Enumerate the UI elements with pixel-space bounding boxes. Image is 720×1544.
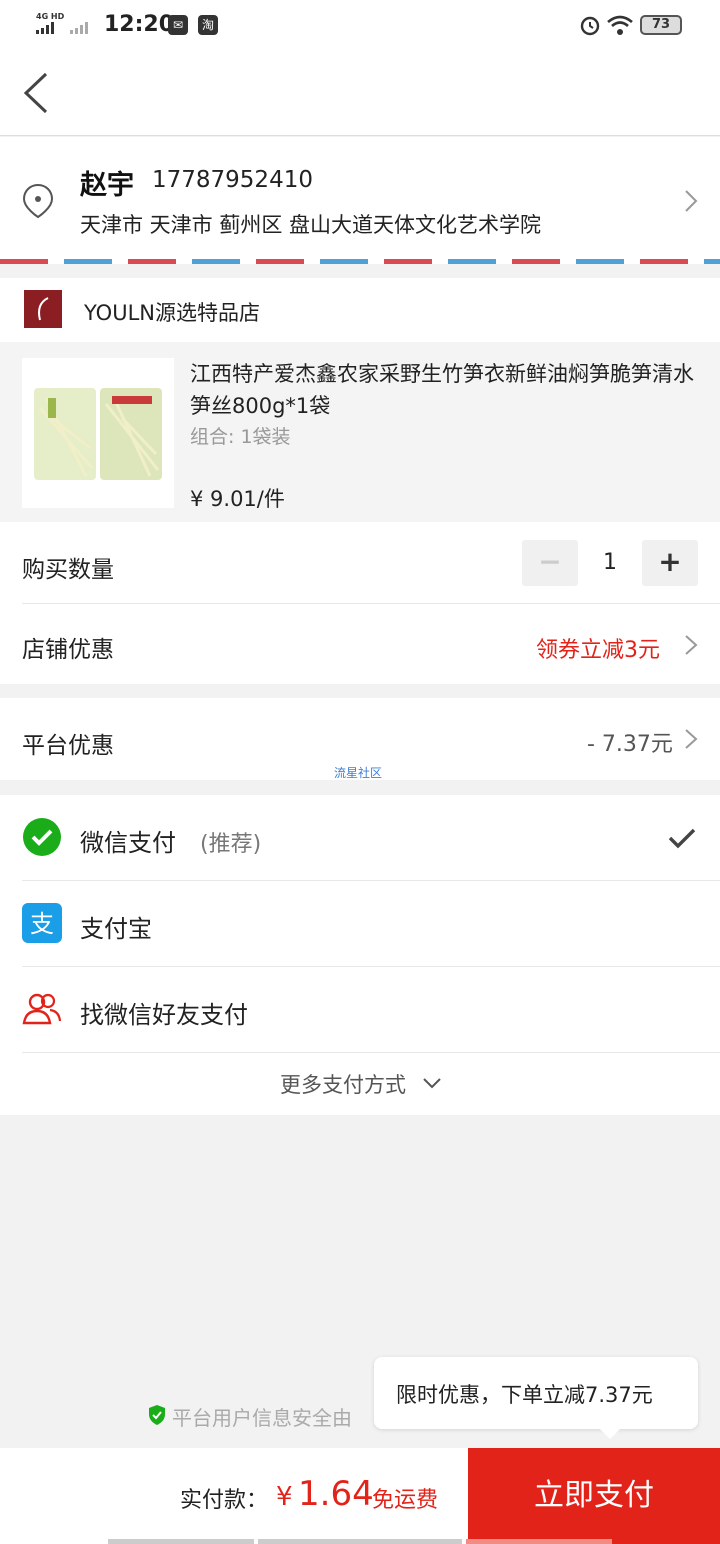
friends-icon [22, 993, 62, 1025]
total-label: 实付款： [180, 1488, 269, 1513]
total-amount: 1.64 [298, 1474, 374, 1514]
clock: 12:20 [104, 12, 175, 37]
back-icon[interactable] [20, 70, 52, 116]
shipping-note: 免运费 [372, 1488, 439, 1513]
chevron-right-icon [685, 190, 698, 212]
payment-methods: 微信支付 (推荐) 支 支付宝 找微信好友支付 更多支付方式 [0, 795, 720, 1115]
payment-label: 找微信好友支付 [80, 1001, 248, 1029]
increment-button[interactable]: + [642, 540, 698, 586]
gesture-bar [108, 1539, 254, 1544]
payment-option-wechat[interactable]: 微信支付 (推荐) [0, 795, 720, 881]
payment-label: 支付宝 [80, 915, 152, 943]
watermark-text: 流星社区 [334, 766, 383, 780]
payment-label: 微信支付 [80, 829, 176, 857]
wechat-icon [23, 818, 61, 856]
gesture-bar [258, 1539, 462, 1544]
product-price: ¥ 9.01/件 [190, 487, 285, 511]
product-title: 江西特产爱杰鑫农家采野生竹笋衣新鲜油焖笋脆笋清水笋丝800g*1袋 [190, 362, 694, 418]
platform-discount-label: 平台优惠 [22, 733, 114, 759]
discount-tooltip: 限时优惠，下单立减7.37元 [374, 1357, 698, 1439]
pay-now-button[interactable]: 立即支付 [468, 1448, 720, 1544]
address-card[interactable]: 赵宇 17787952410 天津市 天津市 蓟州区 盘山大道天体文化艺术学院 [0, 137, 720, 261]
product-image [22, 358, 174, 508]
address-detail: 天津市 天津市 蓟州区 盘山大道天体文化艺术学院 [80, 213, 542, 237]
currency-symbol: ¥ [276, 1482, 293, 1512]
quantity-row: 购买数量 − 1 + [0, 522, 720, 604]
address-stripe [0, 259, 720, 264]
decrement-button[interactable]: − [522, 540, 578, 586]
quantity-value: 1 [603, 550, 617, 575]
payment-option-friend[interactable]: 找微信好友支付 [0, 967, 720, 1053]
checkout-bar: 实付款： ¥ 1.64 免运费 立即支付 [0, 1448, 720, 1544]
alipay-icon: 支 [22, 903, 62, 943]
security-text: 平台用户信息安全由 [172, 1406, 352, 1430]
status-bar: 4G HD 12:20 ✉ 淘 73 [0, 0, 720, 50]
signal-icon [36, 22, 88, 34]
chevron-right-icon [685, 729, 698, 749]
shop-header[interactable]: YOULN源选特品店 [0, 278, 720, 342]
platform-discount-row[interactable]: 平台优惠 - 7.37元 流星社区 [0, 698, 720, 780]
platform-discount-value: - 7.37元 [587, 732, 673, 757]
taobao-icon: 淘 [198, 15, 218, 35]
payment-option-alipay[interactable]: 支 支付宝 [0, 881, 720, 967]
checkmark-icon [668, 828, 696, 849]
message-icon: ✉ [168, 15, 188, 35]
chevron-right-icon [685, 635, 698, 655]
gesture-bar [466, 1539, 612, 1544]
product-item[interactable]: 江西特产爱杰鑫农家采野生竹笋衣新鲜油焖笋脆笋清水笋丝800g*1袋 组合: 1袋… [0, 342, 720, 522]
network-indicator: 4G HD [36, 12, 65, 21]
location-icon [22, 183, 54, 219]
shop-discount-row[interactable]: 店铺优惠 领券立减3元 [0, 604, 720, 684]
recommend-note: (推荐) [200, 832, 262, 857]
battery-indicator: 73 [640, 15, 682, 35]
navigation-bar [0, 50, 720, 136]
quantity-label: 购买数量 [22, 557, 114, 583]
more-payment-methods[interactable]: 更多支付方式 [0, 1053, 720, 1115]
tooltip-text: 限时优惠，下单立减7.37元 [396, 1383, 653, 1407]
chevron-down-icon [423, 1078, 441, 1089]
tooltip-arrow [600, 1429, 620, 1439]
product-spec: 组合: 1袋装 [190, 426, 291, 448]
shop-logo [24, 290, 62, 328]
shield-icon [149, 1405, 165, 1425]
shop-name: YOULN源选特品店 [84, 301, 260, 325]
recipient-name: 赵宇 [80, 170, 134, 201]
shop-discount-label: 店铺优惠 [22, 637, 114, 663]
svg-text:支: 支 [30, 910, 54, 938]
more-payment-label: 更多支付方式 [280, 1073, 406, 1097]
shop-discount-value: 领券立减3元 [536, 638, 660, 663]
alarm-icon [580, 16, 600, 36]
wifi-icon [607, 15, 633, 35]
recipient-phone: 17787952410 [152, 167, 313, 193]
